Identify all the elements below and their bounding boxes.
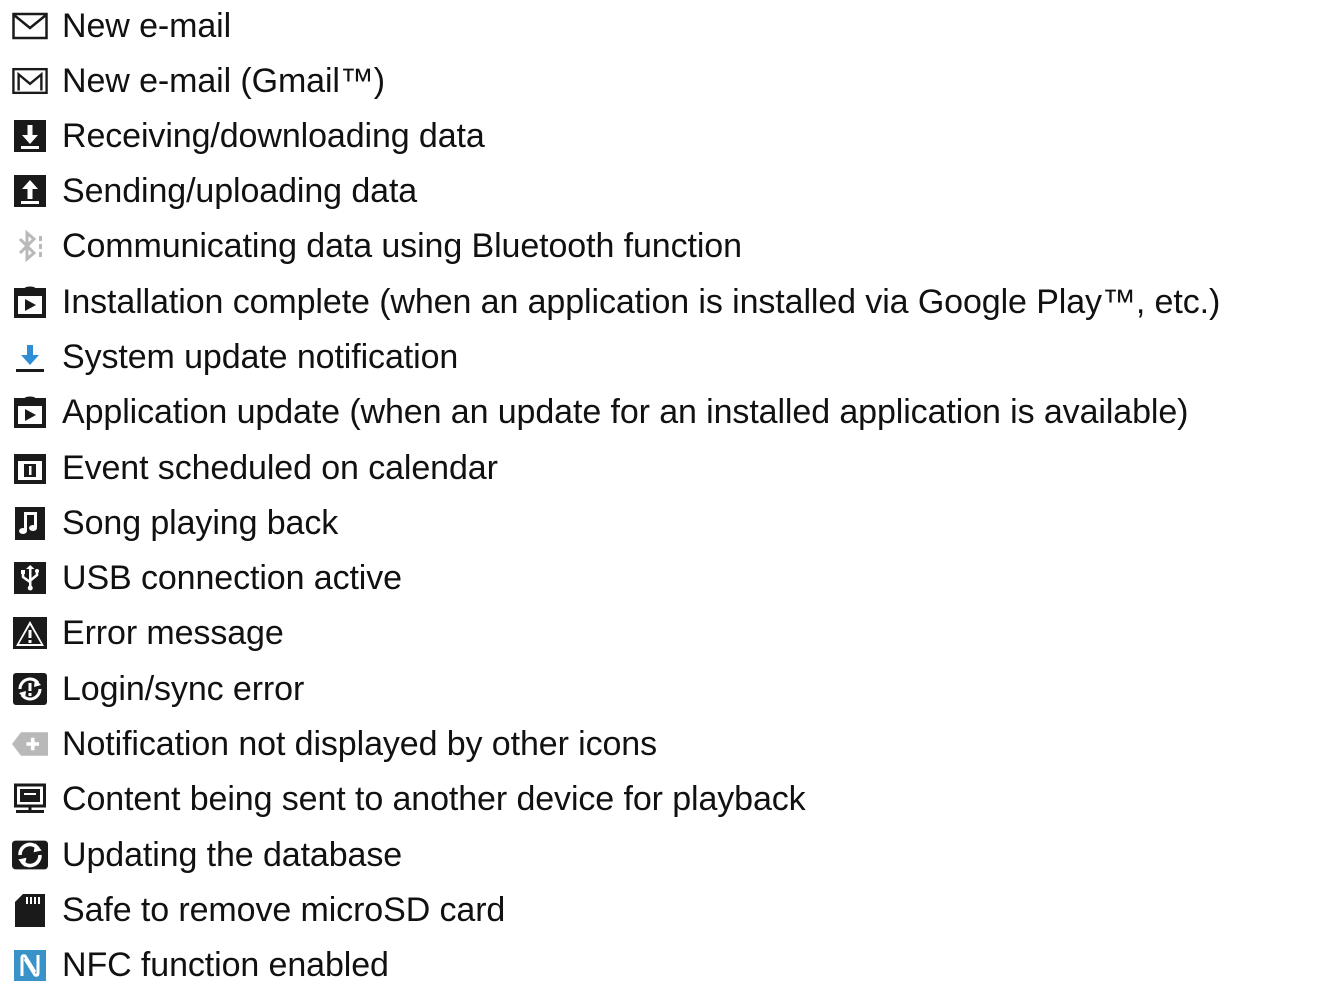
system-update-icon [12,339,48,375]
item-label: Receiving/downloading data [62,117,485,155]
music-note-icon [12,505,48,541]
item-label: NFC function enabled [62,946,389,984]
sd-card-icon [12,892,48,928]
list-item: USB connection active [12,558,402,598]
list-item: Song playing back [12,503,338,543]
list-item: Communicating data using Bluetooth funct… [12,226,742,266]
app-update-icon [12,394,48,430]
list-item: New e-mail [12,6,231,46]
item-label: Error message [62,614,284,652]
list-item: Notification not displayed by other icon… [12,724,657,764]
list-item: Sending/uploading data [12,171,417,211]
calendar-icon [12,450,48,486]
envelope-icon [12,8,48,44]
list-item: Receiving/downloading data [12,116,485,156]
item-label: USB connection active [62,559,402,597]
item-label: Safe to remove microSD card [62,891,506,929]
nfc-icon [12,947,48,983]
upload-arrow-icon [12,173,48,209]
item-label: Sending/uploading data [62,172,418,210]
item-label: System update notification [62,338,459,376]
item-label: Application update (when an update for a… [62,393,1189,431]
install-complete-icon [12,284,48,320]
more-notifications-icon [12,726,48,762]
warning-icon [12,615,48,651]
media-share-icon [12,781,48,817]
list-item: Error message [12,613,284,653]
list-item: Safe to remove microSD card [12,890,505,930]
list-item: System update notification [12,337,458,377]
item-label: Login/sync error [62,670,305,708]
list-item: Event scheduled on calendar [12,448,498,488]
bluetooth-data-icon [12,228,48,264]
list-item: NFC function enabled [12,945,389,985]
item-label: New e-mail (Gmail™) [62,62,386,100]
item-label: Communicating data using Bluetooth funct… [62,227,742,265]
gmail-icon [12,63,48,99]
list-item: Application update (when an update for a… [12,392,1188,432]
item-label: Updating the database [62,836,403,874]
item-label: Song playing back [62,504,339,542]
item-label: New e-mail [62,7,232,45]
list-item: Installation complete (when an applicati… [12,282,1220,322]
list-item: Login/sync error [12,669,304,709]
item-label: Installation complete (when an applicati… [62,283,1221,321]
database-update-icon [12,837,48,873]
list-item: Updating the database [12,835,402,875]
sync-error-icon [12,671,48,707]
item-label: Notification not displayed by other icon… [62,725,658,763]
list-item: Content being sent to another device for… [12,779,806,819]
item-label: Event scheduled on calendar [62,449,498,487]
item-label: Content being sent to another device for… [62,780,806,818]
list-item: New e-mail (Gmail™) [12,61,385,101]
usb-icon [12,560,48,596]
download-arrow-icon [12,118,48,154]
